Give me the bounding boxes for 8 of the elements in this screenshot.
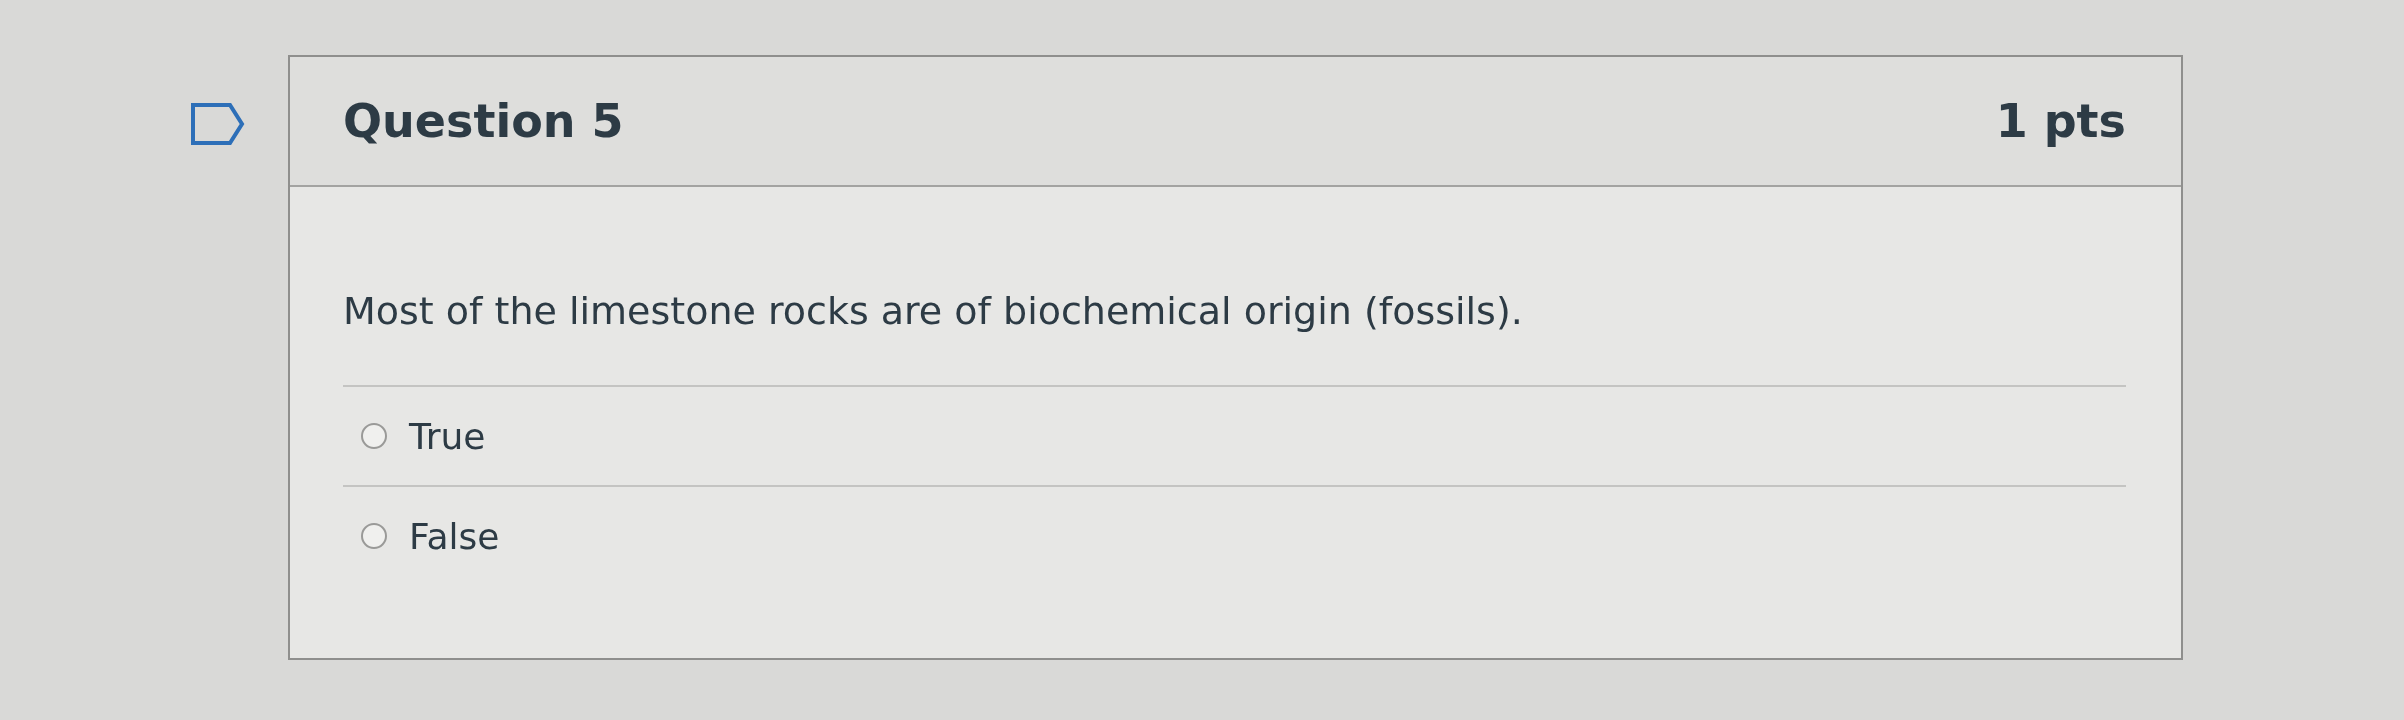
bookmark-icon[interactable] [190,102,246,146]
points-label: 1 pts [1995,94,2126,148]
question-title: Question 5 [343,94,624,148]
answer-label[interactable]: False [409,515,500,557]
radio-button[interactable] [361,523,387,549]
question-text: Most of the limestone rocks are of biochemical origin (fossils). [343,289,1524,333]
radio-button[interactable] [361,423,387,449]
answer-label[interactable]: True [409,415,486,457]
